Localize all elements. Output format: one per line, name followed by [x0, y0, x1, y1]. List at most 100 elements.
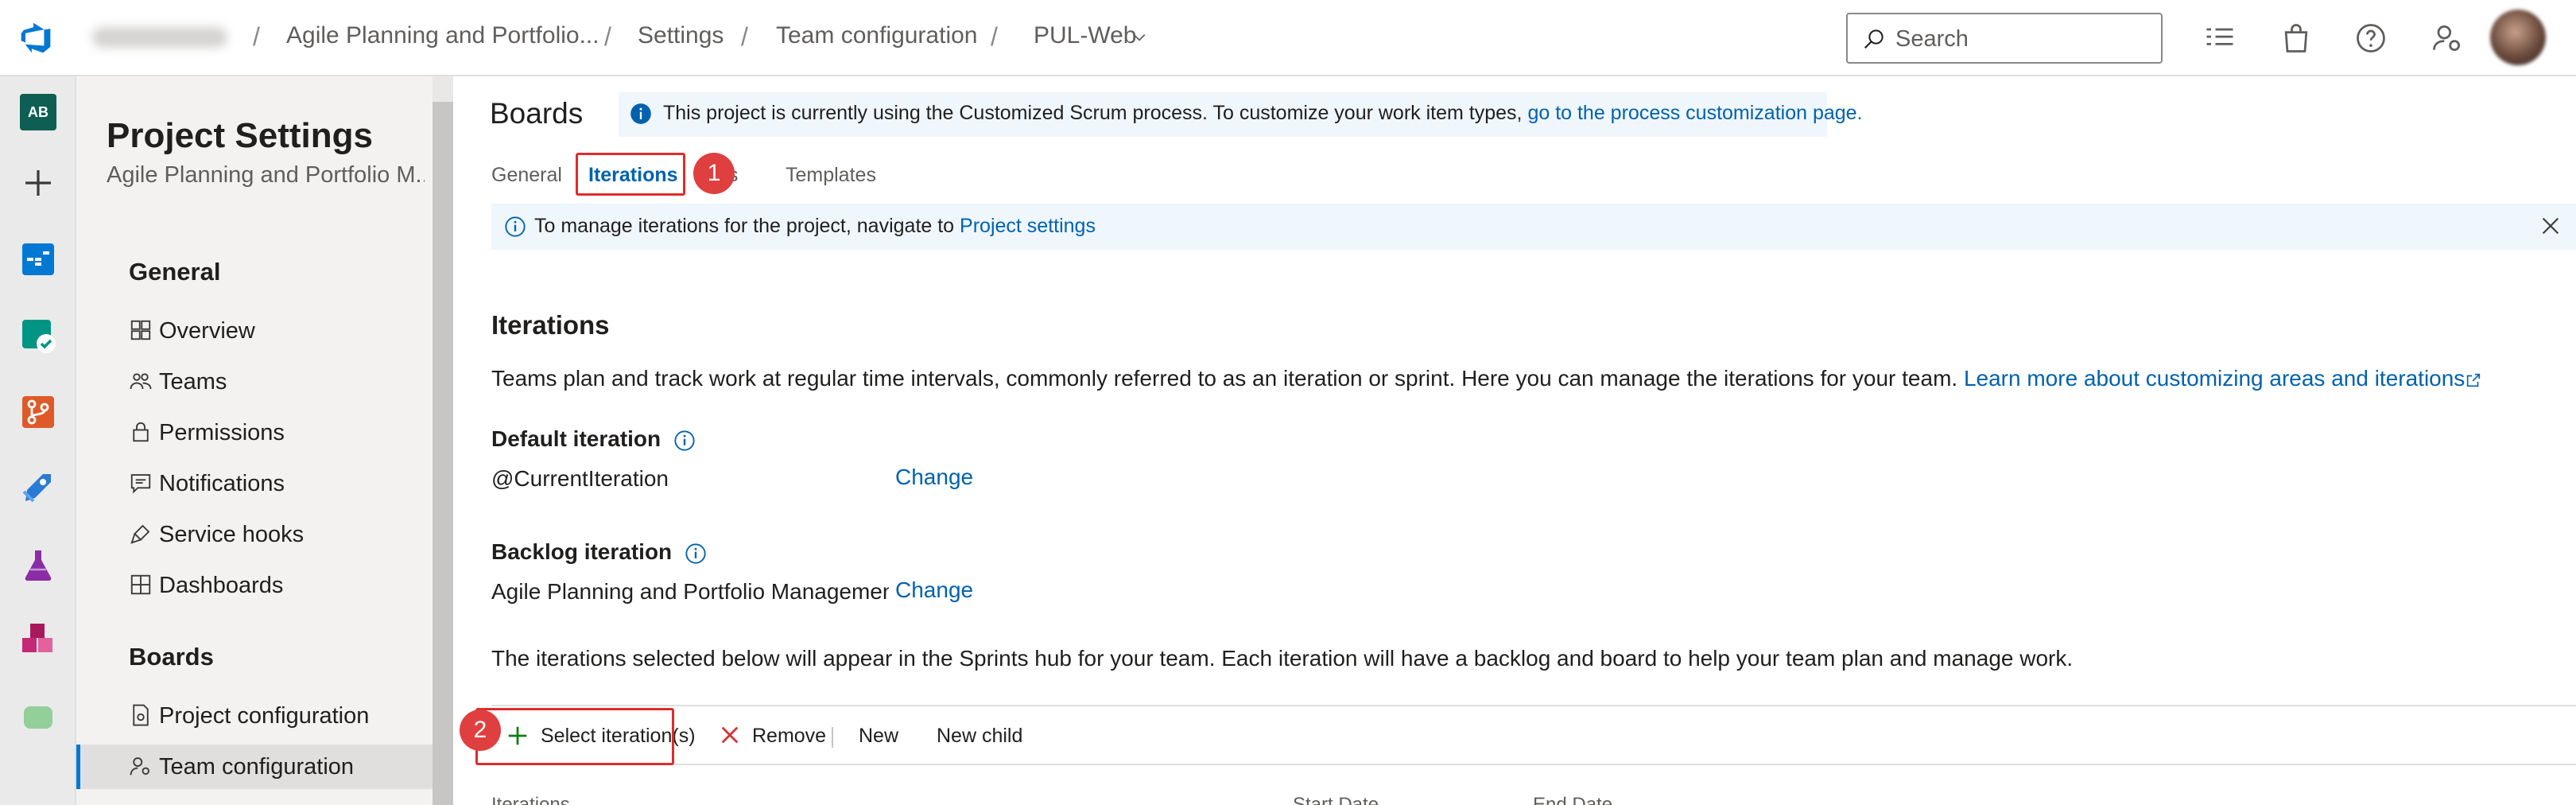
teams-icon	[130, 373, 152, 390]
tab-general[interactable]: General	[491, 164, 562, 187]
active-indicator	[76, 745, 80, 789]
organization-name[interactable]	[92, 27, 227, 48]
process-info-banner: This project is currently using the Cust…	[619, 92, 1863, 137]
step-badge-2: 2	[460, 710, 501, 751]
pipelines-icon[interactable]	[19, 469, 57, 508]
default-iteration-label: Default iteration	[491, 426, 696, 452]
user-avatar[interactable]	[2490, 10, 2546, 65]
nav-item-project-configuration[interactable]: Project configuration	[129, 694, 431, 738]
breadcrumb-separator: /	[741, 22, 748, 51]
nav-section-boards: Boards	[129, 643, 214, 671]
nav-item-overview[interactable]: Overview	[129, 309, 431, 353]
info-icon	[505, 216, 526, 237]
change-default-iteration-link[interactable]: Change	[895, 465, 973, 490]
default-iteration-value: @CurrentIteration	[491, 466, 669, 491]
chevron-down-icon[interactable]	[1132, 30, 1146, 45]
learn-more-link[interactable]: Learn more about customizing areas and i…	[1964, 366, 2482, 391]
column-header-start-date[interactable]: Start Date	[1293, 794, 1379, 805]
nav-item-label: Project configuration	[159, 703, 370, 729]
page-heading: Boards	[490, 97, 584, 130]
team-config-icon	[130, 757, 149, 776]
breadcrumb-team-picker[interactable]: PUL-Web	[1034, 22, 1137, 49]
nav-item-label: Teams	[159, 369, 227, 395]
process-customization-link[interactable]: go to the process customization page.	[1527, 102, 1862, 124]
nav-item-label: Overview	[159, 318, 255, 344]
nav-scrollbar-thumb[interactable]	[433, 102, 453, 805]
iterations-toolbar: Select iteration(s) Remove New New child	[491, 705, 2576, 765]
process-banner-text: This project is currently using the Cust…	[663, 102, 1528, 124]
service-hooks-icon	[130, 524, 150, 544]
top-bar: / Agile Planning and Portfolio... / Sett…	[0, 0, 2576, 76]
azure-devops-logo-icon[interactable]	[17, 21, 54, 56]
breadcrumb-team-configuration[interactable]: Team configuration	[776, 22, 977, 49]
toolbar-separator	[832, 727, 833, 748]
iterations-description: Teams plan and track work at regular tim…	[491, 366, 2482, 391]
remove-button[interactable]: Remove	[719, 721, 826, 752]
artifacts-icon[interactable]	[19, 622, 57, 660]
tab-templates[interactable]: Templates	[786, 164, 876, 187]
new-iteration-button[interactable]: New	[859, 721, 906, 752]
test-flask-icon[interactable]	[19, 546, 57, 584]
app-rail: AB	[0, 76, 76, 805]
repos-icon[interactable]	[19, 393, 57, 431]
test-plans-check-icon[interactable]	[19, 317, 57, 355]
nav-section-general: General	[129, 258, 221, 286]
info-icon[interactable]	[673, 430, 696, 452]
settings-title: Project Settings	[107, 116, 373, 155]
notifications-icon	[130, 474, 151, 494]
info-icon[interactable]	[685, 542, 707, 565]
breadcrumb-separator: /	[991, 22, 998, 51]
project-config-icon	[133, 704, 149, 726]
close-icon[interactable]	[2539, 215, 2562, 237]
project-avatar[interactable]: AB	[20, 94, 56, 130]
extension-icon[interactable]	[19, 698, 57, 737]
search-icon	[1864, 29, 1884, 49]
nav-item-label: Notifications	[159, 471, 285, 496]
backlog-iteration-label: Backlog iteration	[491, 539, 707, 565]
selected-iterations-note: The iterations selected below will appea…	[491, 646, 2074, 671]
nav-item-team-configuration[interactable]: Team configuration	[76, 745, 433, 789]
marketplace-bag-icon[interactable]	[2279, 21, 2314, 56]
nav-item-permissions[interactable]: Permissions	[129, 410, 431, 455]
overview-icon	[130, 320, 151, 340]
nav-item-label: Service hooks	[159, 522, 305, 547]
user-settings-icon[interactable]	[2430, 21, 2465, 56]
settings-subtitle: Agile Planning and Portfolio M...	[107, 162, 425, 188]
callout-highlight-iterations-tab	[576, 153, 685, 196]
description-text: Teams plan and track work at regular tim…	[491, 366, 1958, 391]
remove-x-icon	[721, 726, 739, 744]
nav-item-label: Permissions	[159, 420, 285, 445]
column-header-end-date[interactable]: End Date	[1533, 794, 1612, 805]
info-icon	[630, 103, 651, 124]
boards-icon[interactable]	[19, 240, 57, 278]
main-content: Boards This project is currently using t…	[453, 76, 2576, 805]
breadcrumb-separator: /	[604, 22, 611, 51]
breadcrumb-separator: /	[253, 22, 260, 51]
new-child-button[interactable]: New child	[937, 721, 1032, 752]
external-link-icon	[2467, 373, 2481, 387]
lock-icon	[133, 422, 149, 442]
manage-iterations-banner: To manage iterations for the project, na…	[491, 204, 2576, 250]
dashboards-icon	[130, 574, 151, 595]
change-backlog-iteration-link[interactable]: Change	[895, 578, 973, 603]
backlog-iteration-value: Agile Planning and Portfolio Management	[491, 579, 889, 604]
settings-nav: Project Settings Agile Planning and Port…	[76, 76, 433, 805]
search-input[interactable]	[1895, 24, 2150, 54]
search-box[interactable]	[1846, 13, 2163, 64]
breadcrumb-project[interactable]: Agile Planning and Portfolio...	[286, 22, 599, 49]
nav-item-notifications[interactable]: Notifications	[129, 461, 431, 506]
nav-item-label: Team configuration	[159, 754, 355, 780]
nav-item-service-hooks[interactable]: Service hooks	[129, 512, 431, 557]
manage-banner-text: To manage iterations for the project, na…	[534, 215, 960, 237]
column-header-iterations[interactable]: Iterations	[491, 794, 570, 805]
nav-item-teams[interactable]: Teams	[129, 360, 431, 404]
step-badge-1: 1	[693, 153, 735, 194]
section-title-iterations: Iterations	[491, 310, 610, 340]
work-items-icon[interactable]	[2202, 21, 2237, 56]
add-icon[interactable]	[19, 164, 57, 202]
project-settings-link[interactable]: Project settings	[960, 215, 1096, 237]
breadcrumb-settings[interactable]: Settings	[638, 22, 724, 49]
help-icon[interactable]	[2353, 21, 2388, 56]
nav-item-dashboards[interactable]: Dashboards	[129, 563, 431, 608]
nav-item-label: Dashboards	[159, 573, 284, 598]
